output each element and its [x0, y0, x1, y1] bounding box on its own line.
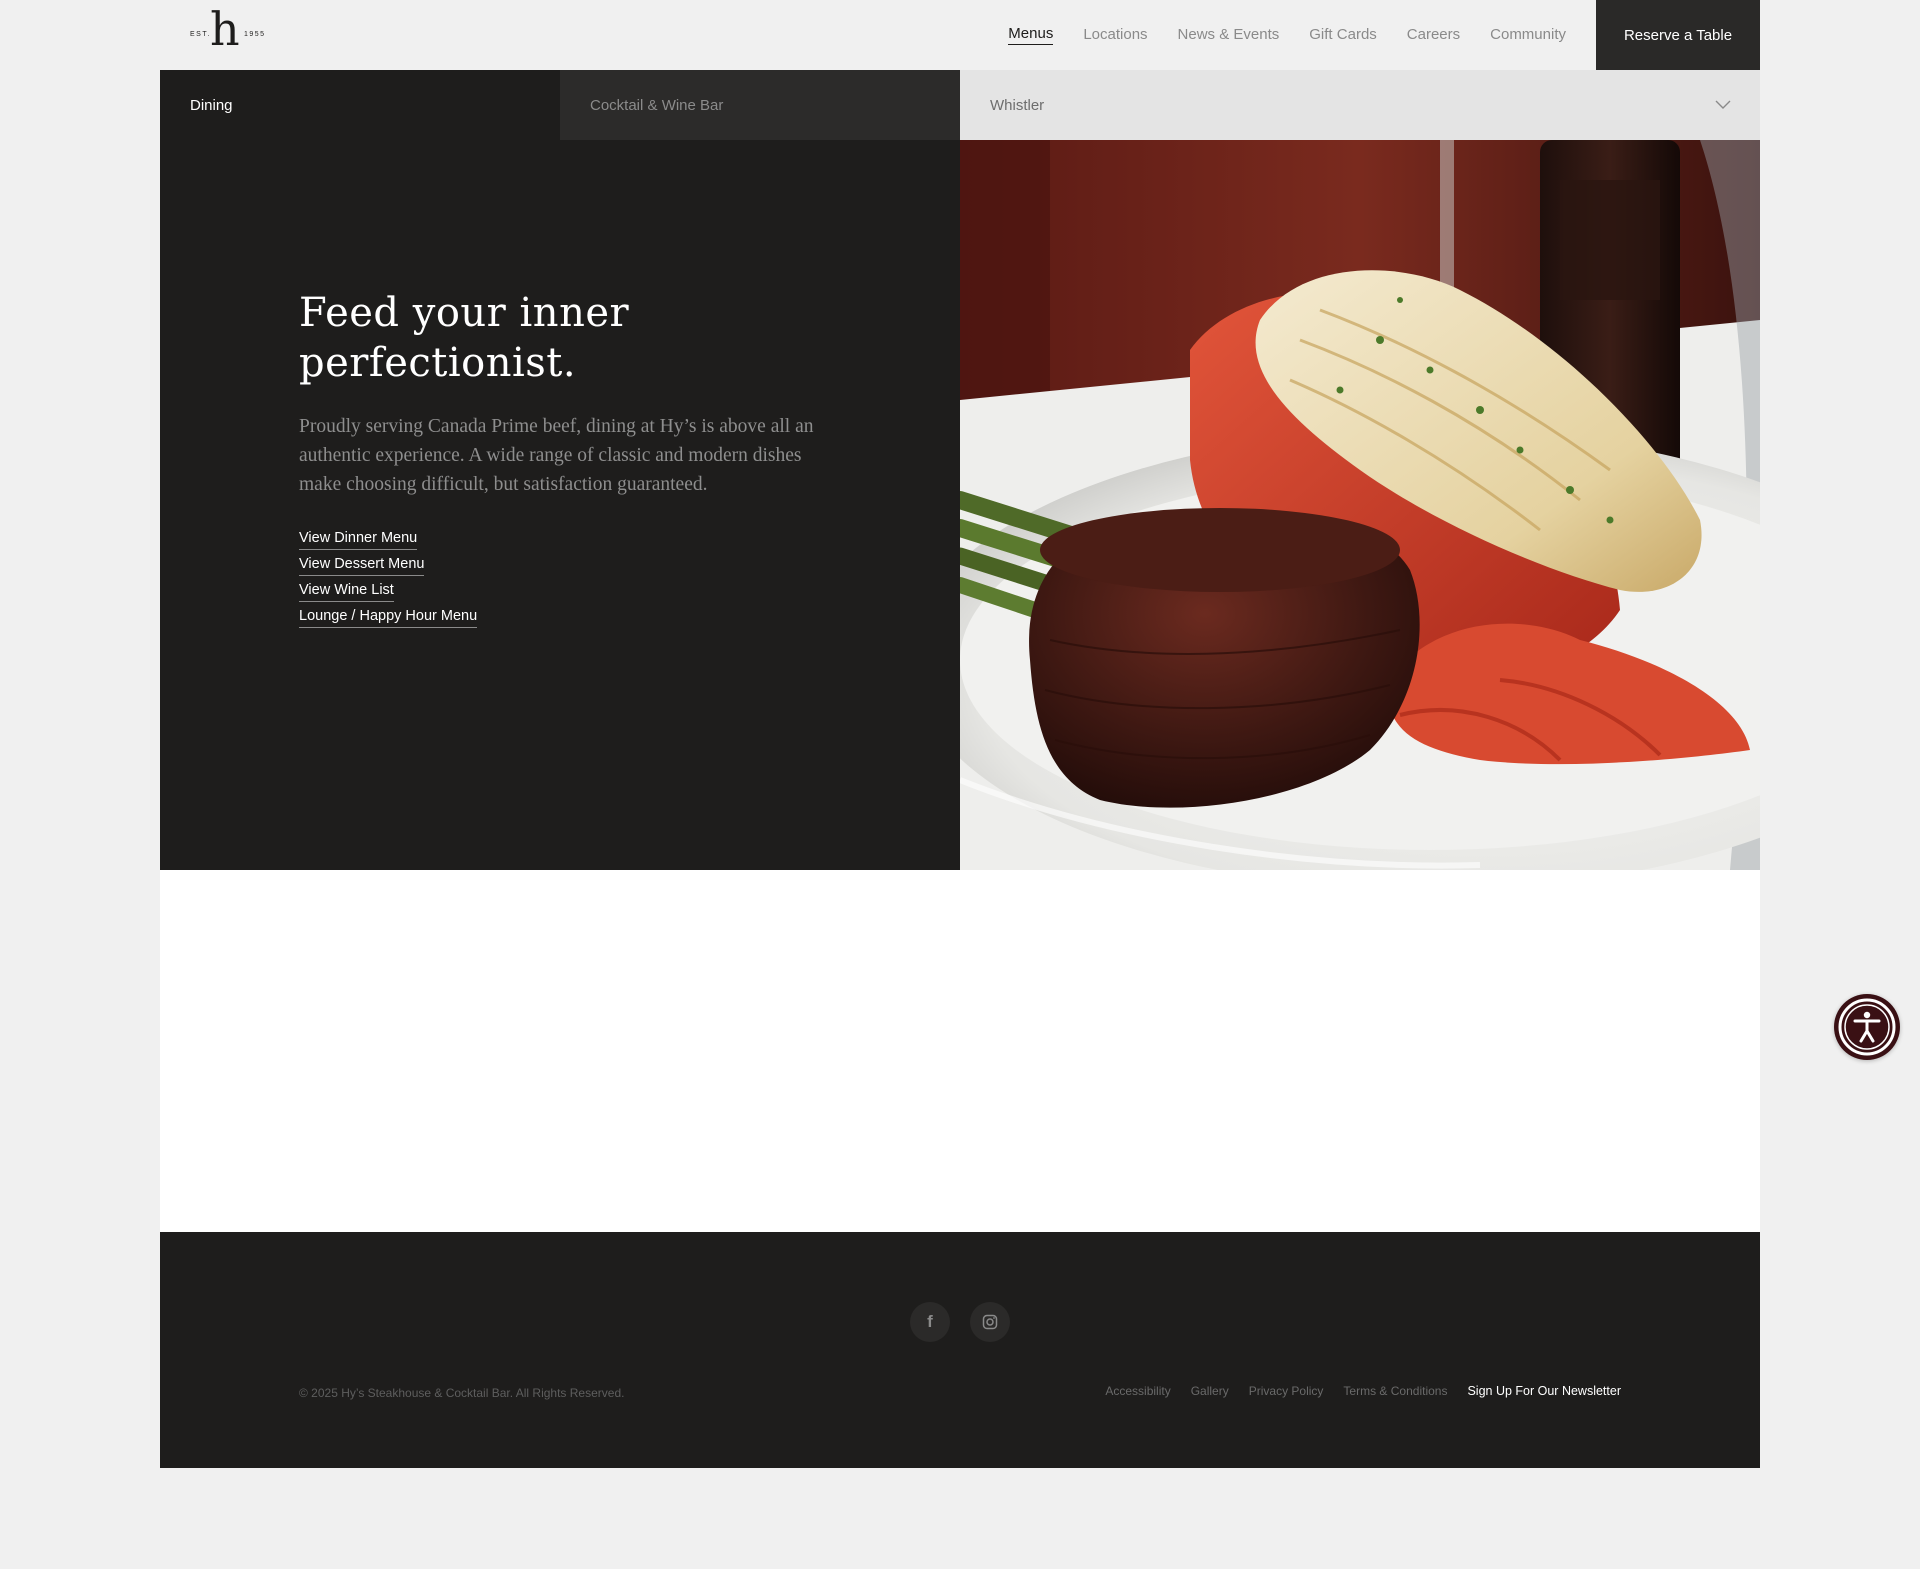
newsletter-signup-link[interactable]: Sign Up For Our Newsletter	[1467, 1384, 1621, 1398]
view-wine-list-link[interactable]: View Wine List	[299, 580, 394, 602]
hero-text-panel: Feed your inner perfectionist. Proudly s…	[160, 140, 960, 870]
view-dinner-menu-link[interactable]: View Dinner Menu	[299, 528, 418, 550]
hero-section: Feed your inner perfectionist. Proudly s…	[160, 140, 1760, 870]
nav-menus[interactable]: Menus	[1008, 25, 1054, 45]
nav-locations[interactable]: Locations	[1083, 26, 1147, 45]
logo-year: 1955	[244, 31, 266, 38]
hero-photo	[960, 140, 1760, 870]
facebook-glyph: f	[927, 1312, 933, 1331]
menu-links: View Dinner Menu View Dessert Menu View …	[299, 528, 819, 628]
chevron-down-icon	[1715, 100, 1731, 109]
lounge-happy-hour-menu-link[interactable]: Lounge / Happy Hour Menu	[299, 606, 478, 628]
instagram-glyph	[982, 1314, 998, 1330]
site-footer: f © 2025 Hy’s Steakhouse & Cocktail Bar.…	[160, 1232, 1760, 1468]
view-dessert-menu-link[interactable]: View Dessert Menu	[299, 554, 425, 576]
tab-dining[interactable]: Dining	[160, 70, 560, 140]
nav-community[interactable]: Community	[1490, 26, 1566, 45]
footer-link-gallery[interactable]: Gallery	[1191, 1384, 1229, 1398]
footer-link-privacy-policy[interactable]: Privacy Policy	[1249, 1384, 1324, 1398]
nav-gift-cards[interactable]: Gift Cards	[1309, 26, 1377, 45]
steak-lobster-photo	[960, 140, 1760, 870]
footer-link-terms[interactable]: Terms & Conditions	[1343, 1384, 1447, 1398]
location-select-value: Whistler	[990, 96, 1045, 114]
copyright-text: © 2025 Hy’s Steakhouse & Cocktail Bar. A…	[299, 1386, 625, 1400]
logo-letter: h	[210, 2, 240, 56]
nav-careers[interactable]: Careers	[1407, 26, 1460, 45]
logo-est: EST.	[190, 31, 211, 38]
accessibility-button[interactable]	[1834, 994, 1900, 1060]
content-placeholder-section	[160, 870, 1760, 1232]
nav-news-events[interactable]: News & Events	[1178, 26, 1280, 45]
footer-link-accessibility[interactable]: Accessibility	[1105, 1384, 1170, 1398]
reserve-table-button[interactable]: Reserve a Table	[1596, 0, 1760, 70]
location-select[interactable]: Whistler	[960, 70, 1760, 140]
menu-tabbar: Dining Cocktail & Wine Bar Whistler	[160, 70, 1760, 140]
instagram-icon[interactable]	[970, 1302, 1010, 1342]
logo[interactable]: EST. h 1955	[190, 6, 266, 58]
facebook-icon[interactable]: f	[910, 1302, 950, 1342]
main-nav: Menus Locations News & Events Gift Cards…	[1008, 0, 1566, 70]
hero-copy: Feed your inner perfectionist. Proudly s…	[299, 288, 819, 628]
accessibility-icon	[1838, 998, 1896, 1056]
social-links: f	[910, 1302, 1010, 1342]
footer-links: Accessibility Gallery Privacy Policy Ter…	[1105, 1384, 1621, 1398]
tab-cocktail-wine-bar[interactable]: Cocktail & Wine Bar	[560, 70, 960, 140]
hero-title: Feed your inner perfectionist.	[299, 290, 630, 386]
hero-description: Proudly serving Canada Prime beef, dinin…	[299, 416, 814, 495]
site-header: EST. h 1955 Menus Locations News & Event…	[160, 0, 1760, 70]
